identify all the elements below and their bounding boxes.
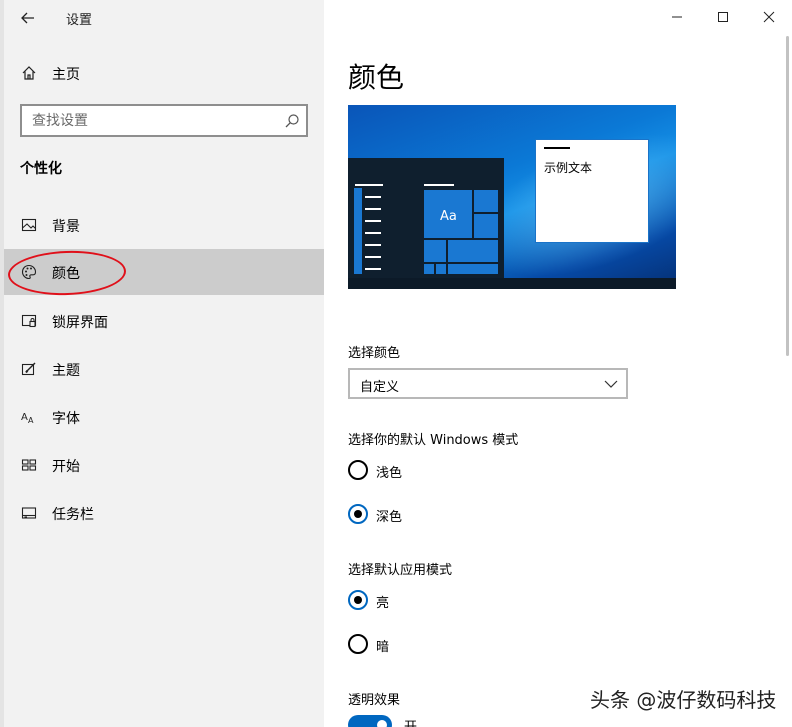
radio-circle [348, 634, 368, 654]
theme-icon [20, 360, 38, 378]
section-title: 个性化 [20, 161, 62, 177]
sidebar-item-home[interactable]: 主页 [4, 50, 324, 96]
sidebar-item-taskbar[interactable]: 任务栏 [4, 490, 324, 536]
sidebar-item-label: 背景 [52, 219, 80, 235]
search-input[interactable] [32, 111, 272, 131]
maximize-icon [718, 12, 728, 22]
sidebar-item-colors[interactable]: 颜色 [4, 249, 324, 295]
windows-mode-label: 选择你的默认 Windows 模式 [348, 433, 519, 448]
radio-circle [348, 590, 368, 610]
preview-start-menu-graphic [354, 184, 498, 274]
dropdown-value: 自定义 [360, 380, 400, 395]
preview-start-menu: Aa [348, 158, 504, 278]
font-icon: A A [20, 408, 38, 426]
sidebar-item-themes[interactable]: 主题 [4, 346, 324, 392]
sidebar-item-label: 任务栏 [52, 507, 94, 523]
maximize-button[interactable] [700, 0, 746, 34]
page-title: 颜色 [348, 61, 405, 94]
radio-dark[interactable]: 深色 [348, 502, 468, 526]
start-icon [20, 456, 38, 474]
sidebar-item-label: 主页 [52, 67, 80, 83]
picture-icon [20, 216, 38, 234]
radio-bright[interactable]: 亮 [348, 588, 468, 612]
radio-circle [348, 460, 368, 480]
preview-sample-window: 示例文本 [535, 139, 649, 243]
sidebar-item-label: 颜色 [52, 266, 80, 282]
close-button[interactable] [746, 0, 792, 34]
radio-label: 亮 [376, 596, 390, 611]
radio-light[interactable]: 浅色 [348, 458, 468, 482]
transparency-label: 透明效果 [348, 693, 401, 708]
search-box[interactable] [20, 104, 308, 137]
palette-icon [20, 263, 38, 281]
toggle-state-label: 开 [404, 716, 417, 727]
taskbar-icon [20, 504, 38, 522]
close-icon [763, 11, 775, 23]
chevron-down-icon [604, 380, 618, 388]
sidebar-item-label: 锁屏界面 [52, 315, 108, 331]
theme-preview: Aa 示例文本 [348, 105, 676, 289]
preview-tile-text: Aa [440, 209, 457, 224]
app-title: 设置 [66, 13, 93, 28]
back-arrow-icon [21, 12, 34, 24]
radio-label: 浅色 [376, 466, 403, 481]
sidebar: 设置 主页 个性化 背景 [0, 0, 324, 727]
sidebar-item-label: 主题 [52, 363, 80, 379]
radio-dim[interactable]: 暗 [348, 632, 468, 656]
svg-text:A: A [21, 412, 28, 423]
watermark: 头条 @波仔数码科技 [590, 688, 777, 712]
lock-screen-icon [20, 312, 38, 330]
sidebar-item-fonts[interactable]: A A 字体 [4, 394, 324, 440]
sample-window-text: 示例文本 [544, 161, 593, 175]
preview-taskbar [348, 278, 676, 289]
sidebar-item-background[interactable]: 背景 [4, 202, 324, 248]
home-icon [20, 64, 38, 82]
svg-text:A: A [28, 416, 34, 425]
transparency-toggle[interactable] [348, 715, 392, 727]
choose-color-dropdown[interactable]: 自定义 [348, 368, 628, 399]
minimize-button[interactable] [654, 0, 700, 34]
app-mode-label: 选择默认应用模式 [348, 563, 453, 578]
radio-label: 深色 [376, 510, 403, 525]
sidebar-item-lock-screen[interactable]: 锁屏界面 [4, 298, 324, 344]
scrollbar[interactable] [786, 36, 789, 356]
minimize-icon [672, 16, 682, 18]
choose-color-label: 选择颜色 [348, 346, 401, 361]
sidebar-item-start[interactable]: 开始 [4, 442, 324, 488]
radio-label: 暗 [376, 640, 390, 655]
sample-window-bar [544, 147, 570, 149]
sidebar-item-label: 字体 [52, 411, 80, 427]
radio-circle [348, 504, 368, 524]
search-icon [285, 114, 299, 128]
sidebar-item-label: 开始 [52, 459, 80, 475]
back-button[interactable] [12, 4, 44, 32]
